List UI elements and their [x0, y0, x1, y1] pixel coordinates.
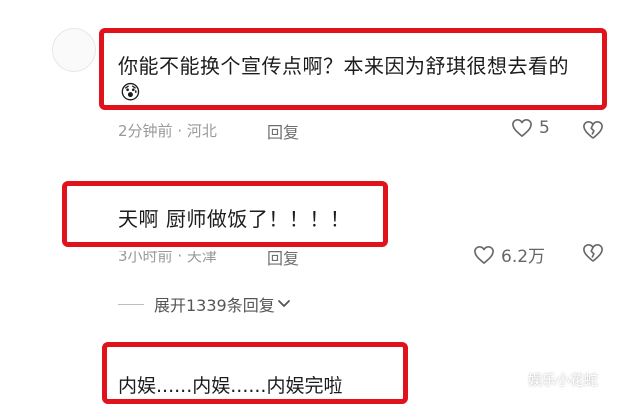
watermark-text: 娱乐小花蛇	[528, 373, 598, 389]
comment-meta: 2分钟前 · 河北	[118, 122, 217, 140]
like-count: 6.2万	[501, 247, 546, 267]
divider-line	[118, 303, 144, 305]
heart-icon	[474, 245, 494, 264]
reply-button[interactable]: 回复	[267, 119, 299, 143]
avatar[interactable]	[52, 28, 96, 72]
comment-text: 天啊 厨师做饭了！！！！	[118, 207, 351, 231]
comment-time: 2分钟前	[118, 122, 173, 140]
heart-icon	[512, 119, 532, 137]
comment-time: 3小时前	[118, 247, 173, 265]
expand-replies-button[interactable]: 展开1339条回复	[118, 292, 291, 316]
like-count: 5	[539, 118, 550, 138]
comment-meta: 3小时前 · 天津	[118, 247, 217, 265]
comment-text: 你能不能换个宣传点啊？本来因为舒琪很想去看的	[118, 54, 569, 78]
comment-location: 天津	[186, 247, 217, 265]
watermark: 娱乐小花蛇	[508, 370, 598, 390]
watermark-logo-icon	[508, 372, 524, 388]
chevron-down-icon	[277, 300, 290, 307]
emoji-anxious: 😰	[120, 80, 141, 104]
like-button[interactable]: 6.2万	[473, 242, 545, 267]
comment-location: 河北	[186, 122, 217, 140]
dislike-broken-heart-icon[interactable]	[582, 120, 604, 140]
like-button[interactable]: 5	[511, 118, 550, 138]
dislike-broken-heart-icon[interactable]	[582, 243, 604, 263]
reply-button[interactable]: 回复	[267, 251, 299, 269]
comment-text: 内娱......内娱......内娱完啦	[118, 375, 343, 397]
expand-replies-label: 展开1339条回复	[154, 296, 275, 315]
